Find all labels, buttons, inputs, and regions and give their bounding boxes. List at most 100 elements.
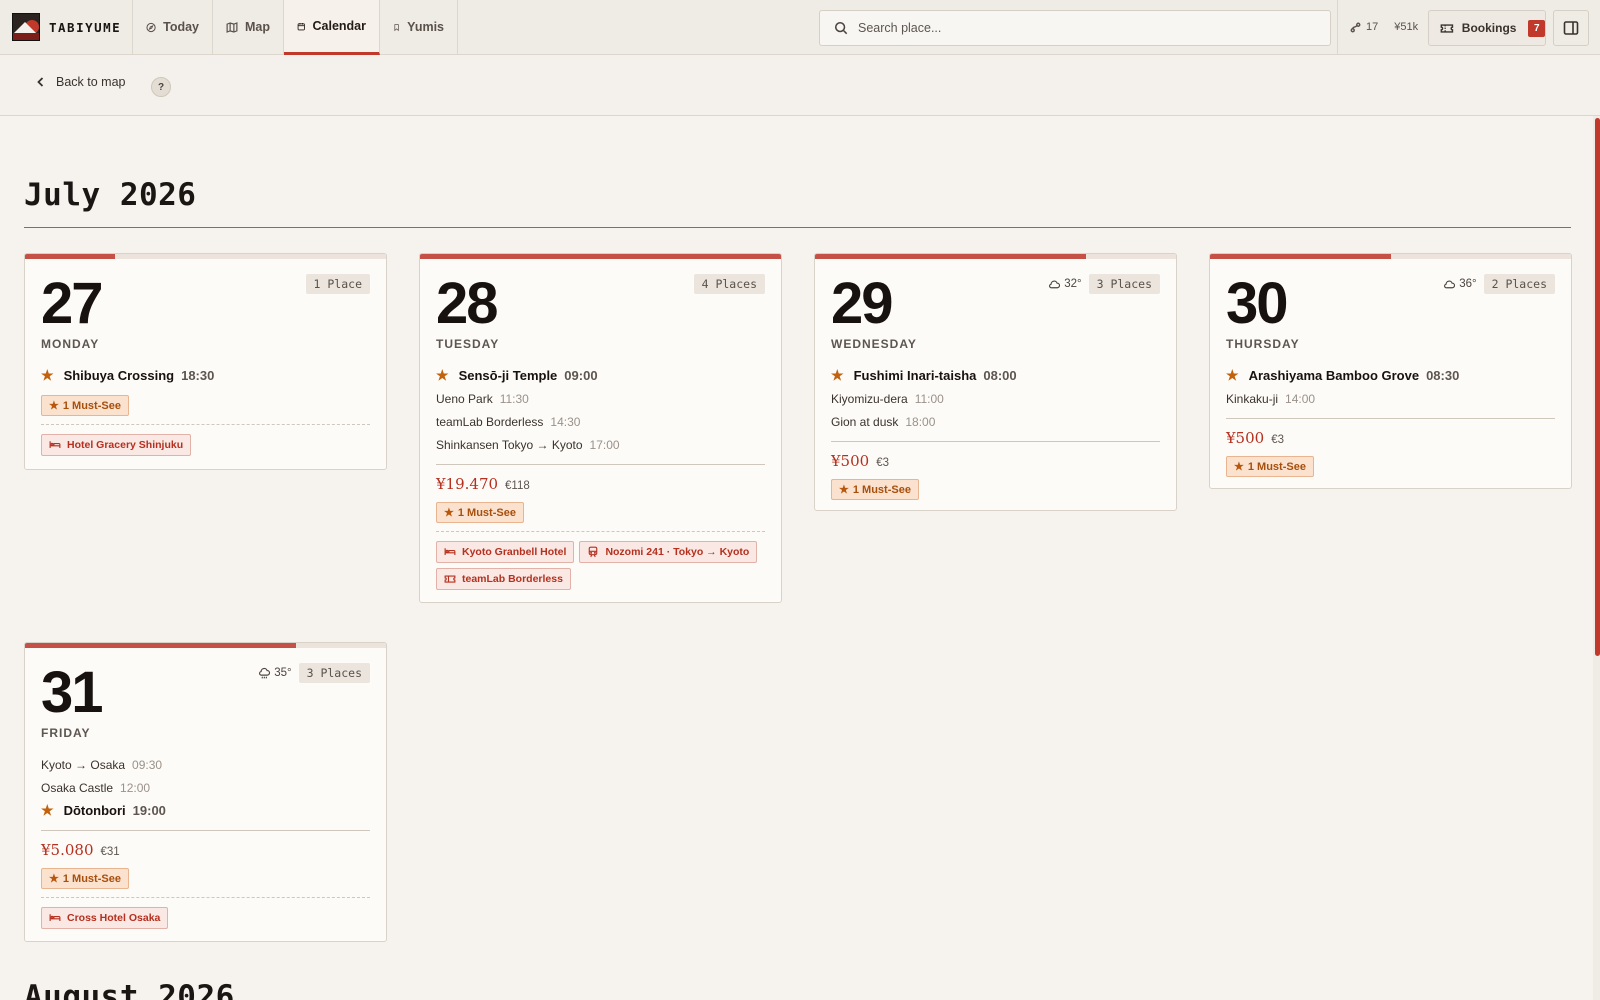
day-number: 27 [41,271,103,336]
must-see-label: 1 Must-See [62,399,121,412]
day-cost: ¥500 €3 [831,452,1160,470]
cloud-icon [1444,280,1456,288]
day-card[interactable]: 28 TUESDAY 4 Places ★ Sensō-ji Temple 09:00 Ue… [419,253,782,603]
tab-map-label: Map [245,20,270,34]
cost-yen: ¥500 [1226,429,1265,447]
booking-chip-ticket[interactable]: teamLab Borderless [436,568,571,590]
tab-today-label: Today [163,20,199,34]
bed-icon [49,441,61,448]
train-icon [589,546,598,558]
stop-item[interactable]: Kyoto → Osaka 09:30 [41,753,370,776]
weekday-label: FRIDAY [41,726,91,740]
booking-chip-hotel[interactable]: Hotel Gracery Shinjuku [41,434,192,456]
sidebar-toggle-button[interactable] [1553,10,1589,46]
bookings-button[interactable]: Bookings 7 [1428,10,1546,46]
divider [41,830,370,831]
stop-item[interactable]: ★ Shibuya Crossing 18:30 [41,364,370,387]
must-see-label: 1 Must-See [457,506,516,519]
weekday-label: TUESDAY [436,337,500,351]
search-input[interactable] [858,21,1298,35]
day-progress-fill [1210,254,1391,259]
star-icon: ★ [41,367,54,383]
bookings-count-badge: 7 [1528,19,1545,37]
booking-label: Nozomi 241 · Tokyo → Kyoto [605,546,750,558]
stop-item[interactable]: Shinkansen Tokyo → Kyoto 17:00 [436,433,765,456]
chevron-left-icon [37,77,44,87]
stop-item[interactable]: Ueno Park 11:30 [436,387,765,410]
tab-yumis[interactable]: Yumis [380,0,458,54]
day-number: 28 [436,271,498,336]
stop-name: Kinkaku-ji [1226,391,1279,406]
places-count: 17 [1366,21,1379,33]
booking-chips: Hotel Gracery Shinjuku [41,434,370,456]
tab-map[interactable]: Map [213,0,284,54]
star-icon: ★ [831,367,844,383]
cost-eur: €118 [505,480,530,492]
trip-stats[interactable]: 17 ¥51k [1337,0,1421,54]
booking-chip-hotel[interactable]: Kyoto Granbell Hotel [436,541,575,563]
route-icon [1350,22,1361,32]
weekday-label: THURSDAY [1226,337,1300,351]
stop-item[interactable]: Gion at dusk 18:00 [831,410,1160,433]
star-icon: ★ [49,873,59,885]
stop-item[interactable]: ★ Fushimi Inari-taisha 08:00 [831,364,1160,387]
tab-calendar[interactable]: Calendar [284,0,380,55]
day-progress-bar [1210,254,1571,259]
day-progress-fill [815,254,1086,259]
must-see-badge: ★ 1 Must-See [436,502,524,523]
calendar-icon [297,22,305,30]
stop-item[interactable]: ★ Arashiyama Bamboo Grove 08:30 [1226,364,1555,387]
rain-cloud-icon [259,667,271,679]
day-meta: 36° 2 Places [1443,274,1555,294]
help-button[interactable]: ? [151,77,171,97]
places-count-badge: 1 Place [305,274,370,294]
tab-today[interactable]: Today [133,0,213,54]
star-icon: ★ [444,507,454,519]
stop-name: Ueno Park [436,391,493,406]
must-see-badge: ★ 1 Must-See [1226,456,1314,477]
day-body: ★ Shibuya Crossing 18:30 ★ 1 Must-See Hotel G… [41,364,370,456]
stop-name: Kiyomizu-dera [831,391,908,406]
divider [831,441,1160,442]
stop-time: 08:30 [1426,368,1460,383]
day-card[interactable]: 30 THURSDAY 36° 2 Places ★ Arashiyama Bamboo … [1209,253,1572,489]
tab-yumis-label: Yumis [407,20,444,34]
day-card[interactable]: 27 MONDAY 1 Place ★ Shibuya Crossing 18:30 ★ 1 … [24,253,387,470]
cloud-icon [1049,280,1061,288]
brand[interactable]: TABIYUME [0,0,133,54]
stop-time: 08:00 [983,368,1017,383]
stop-item[interactable]: Kinkaku-ji 14:00 [1226,387,1555,410]
must-see-badge: ★ 1 Must-See [41,868,129,889]
stop-name: Sensō-ji Temple [458,368,558,383]
booking-chip-hotel[interactable]: Cross Hotel Osaka [41,907,169,929]
day-body: ★ Arashiyama Bamboo Grove 08:30 Kinkaku-ji 1… [1226,364,1555,477]
stop-time: 14:00 [1285,391,1316,406]
stop-time: 11:00 [914,391,944,406]
day-number: 30 [1226,271,1288,336]
back-to-map-link[interactable]: Back to map [35,75,125,89]
stop-item[interactable]: ★ Sensō-ji Temple 09:00 [436,364,765,387]
stop-time: 09:30 [132,757,163,772]
day-meta: 4 Places [693,274,765,294]
booking-label: Cross Hotel Osaka [67,912,161,924]
bookmark-icon [394,23,399,31]
scrollbar-thumb[interactable] [1595,118,1600,656]
stop-item[interactable]: Osaka Castle 12:00 [41,776,370,799]
stop-item[interactable]: teamLab Borderless 14:30 [436,410,765,433]
stop-item[interactable]: Kiyomizu-dera 11:00 [831,387,1160,410]
weekday-label: WEDNESDAY [831,337,917,351]
booking-chip-train[interactable]: Nozomi 241 · Tokyo → Kyoto [579,541,758,563]
booking-label: teamLab Borderless [462,573,563,585]
bed-icon [444,548,456,555]
star-icon: ★ [1234,461,1244,473]
month-heading-next: August 2026 [24,979,235,1000]
places-count-badge: 3 Places [298,663,370,683]
stop-item[interactable]: ★ Dōtonbori 19:00 [41,799,370,822]
day-card[interactable]: 31 FRIDAY 35° 3 Places Kyoto → Osaka 09:30 Osa… [24,642,387,942]
ticket-icon [444,575,456,583]
day-card[interactable]: 29 WEDNESDAY 32° 3 Places ★ Fushimi Inari-tai… [814,253,1177,511]
dashed-divider [436,531,765,532]
cost-eur: €3 [876,457,889,469]
day-progress-bar [420,254,781,259]
day-body: ★ Fushimi Inari-taisha 08:00 Kiyomizu-dera 1… [831,364,1160,500]
